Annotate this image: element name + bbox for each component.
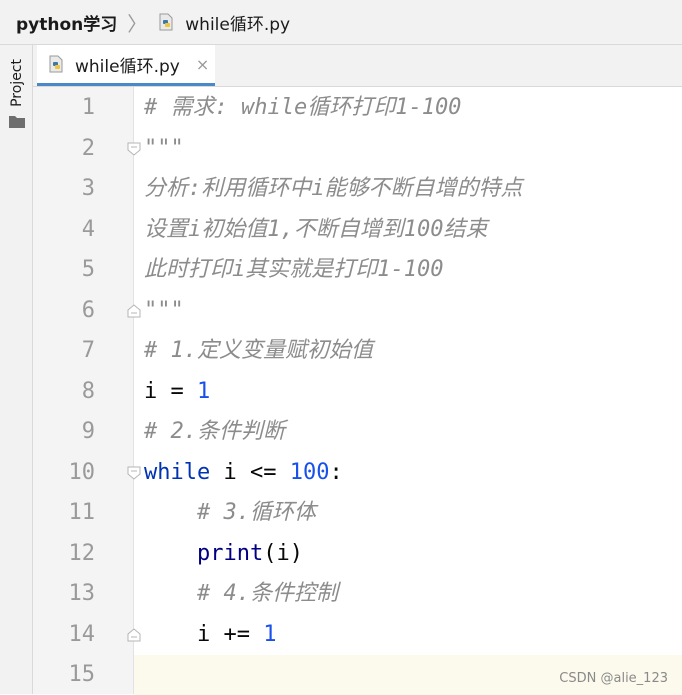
code-line[interactable]: """ (144, 129, 184, 169)
line-number: 8 (81, 378, 95, 404)
editor-tab-while-loop[interactable]: while循环.py × (37, 45, 215, 86)
line-number: 10 (68, 459, 96, 485)
close-icon[interactable]: × (196, 55, 209, 74)
code-line[interactable]: # 需求: while循环打印1-100 (144, 88, 461, 128)
code-line[interactable]: # 4.条件控制 (144, 574, 338, 614)
line-number: 13 (68, 581, 96, 606)
line-number: 4 (81, 216, 95, 242)
code-token: # 2.条件判断 (144, 419, 285, 444)
line-number: 11 (68, 500, 96, 525)
code-line[interactable]: # 1.定义变量赋初始值 (144, 331, 373, 371)
editor-tab-bar: while循环.py × (33, 45, 682, 87)
line-number: 15 (68, 662, 96, 687)
line-number: 14 (68, 621, 96, 647)
code-line[interactable]: # 3.循环体 (144, 493, 316, 533)
navigation-bar: python学习 〉 while循环.py (0, 0, 682, 45)
line-number: 1 (81, 95, 95, 120)
code-token: 100 (289, 459, 330, 485)
line-number: 6 (81, 297, 95, 323)
code-line[interactable]: while i <= 100: (144, 453, 343, 493)
code-token: i <= (210, 459, 290, 485)
code-line[interactable]: 设置i初始值1,不断自增到100结束 (144, 210, 487, 250)
code-token: print (196, 540, 264, 566)
code-token: # 4.条件控制 (196, 581, 338, 606)
code-token: (i) (263, 540, 303, 566)
project-tab-label: Project (9, 59, 25, 107)
tool-window-strip: Project (0, 45, 33, 694)
code-token: # 1.定义变量赋初始值 (144, 338, 373, 363)
line-number: 12 (68, 540, 96, 566)
code-line[interactable]: """ (144, 291, 184, 331)
fold-open-icon[interactable] (126, 141, 142, 157)
code-line[interactable]: 分析:利用循环中i能够不断自增的特点 (144, 169, 523, 209)
code-token: i += (144, 621, 264, 647)
code-line[interactable]: # 2.条件判断 (144, 412, 285, 452)
line-number: 9 (81, 419, 95, 444)
code-line[interactable]: i = 1 (144, 372, 210, 412)
code-editor[interactable]: 1 2 3 4 5 6 7 8 9 10 11 12 13 14 15 # 需求: while循环打印1-1… (33, 87, 682, 695)
fold-open-icon[interactable] (126, 465, 142, 481)
python-file-icon (47, 55, 65, 73)
line-number: 2 (81, 135, 95, 161)
line-number: 7 (81, 338, 95, 363)
fold-close-icon[interactable] (126, 627, 142, 643)
code-token: : (329, 459, 343, 485)
code-line[interactable]: print(i) (144, 534, 303, 574)
breadcrumb-separator-icon: 〉 (127, 11, 148, 36)
python-file-icon (157, 13, 175, 31)
code-token: 设置i初始值1,不断自增到100结束 (144, 216, 488, 242)
project-tool-tab[interactable]: Project (6, 59, 28, 159)
code-token: 1 (263, 621, 277, 647)
code-line[interactable]: i += 1 (144, 615, 277, 655)
code-token: # 3.循环体 (196, 500, 316, 525)
code-token: 1 (196, 378, 211, 404)
code-token: """ (144, 135, 184, 161)
code-token: # 需求: while循环打印1-100 (144, 95, 462, 120)
code-token: while (144, 459, 211, 485)
code-token: 此时打印i其实就是打印1-100 (144, 257, 444, 282)
line-number-gutter: 1 2 3 4 5 6 7 8 9 10 11 12 13 14 15 (33, 87, 134, 694)
breadcrumb-file[interactable]: while循环.py (185, 10, 290, 35)
line-number: 5 (81, 257, 95, 282)
fold-close-icon[interactable] (126, 303, 142, 319)
editor-tab-label: while循环.py (75, 56, 180, 77)
folder-icon (9, 115, 25, 128)
code-token: 分析:利用循环中i能够不断自增的特点 (144, 176, 523, 201)
code-token: i = (144, 378, 197, 404)
line-number: 3 (81, 176, 95, 201)
code-line[interactable]: 此时打印i其实就是打印1-100 (144, 250, 443, 290)
breadcrumb-project[interactable]: python学习 (16, 10, 117, 35)
code-token: """ (144, 297, 184, 323)
watermark: CSDN @alie_123 (559, 671, 668, 686)
